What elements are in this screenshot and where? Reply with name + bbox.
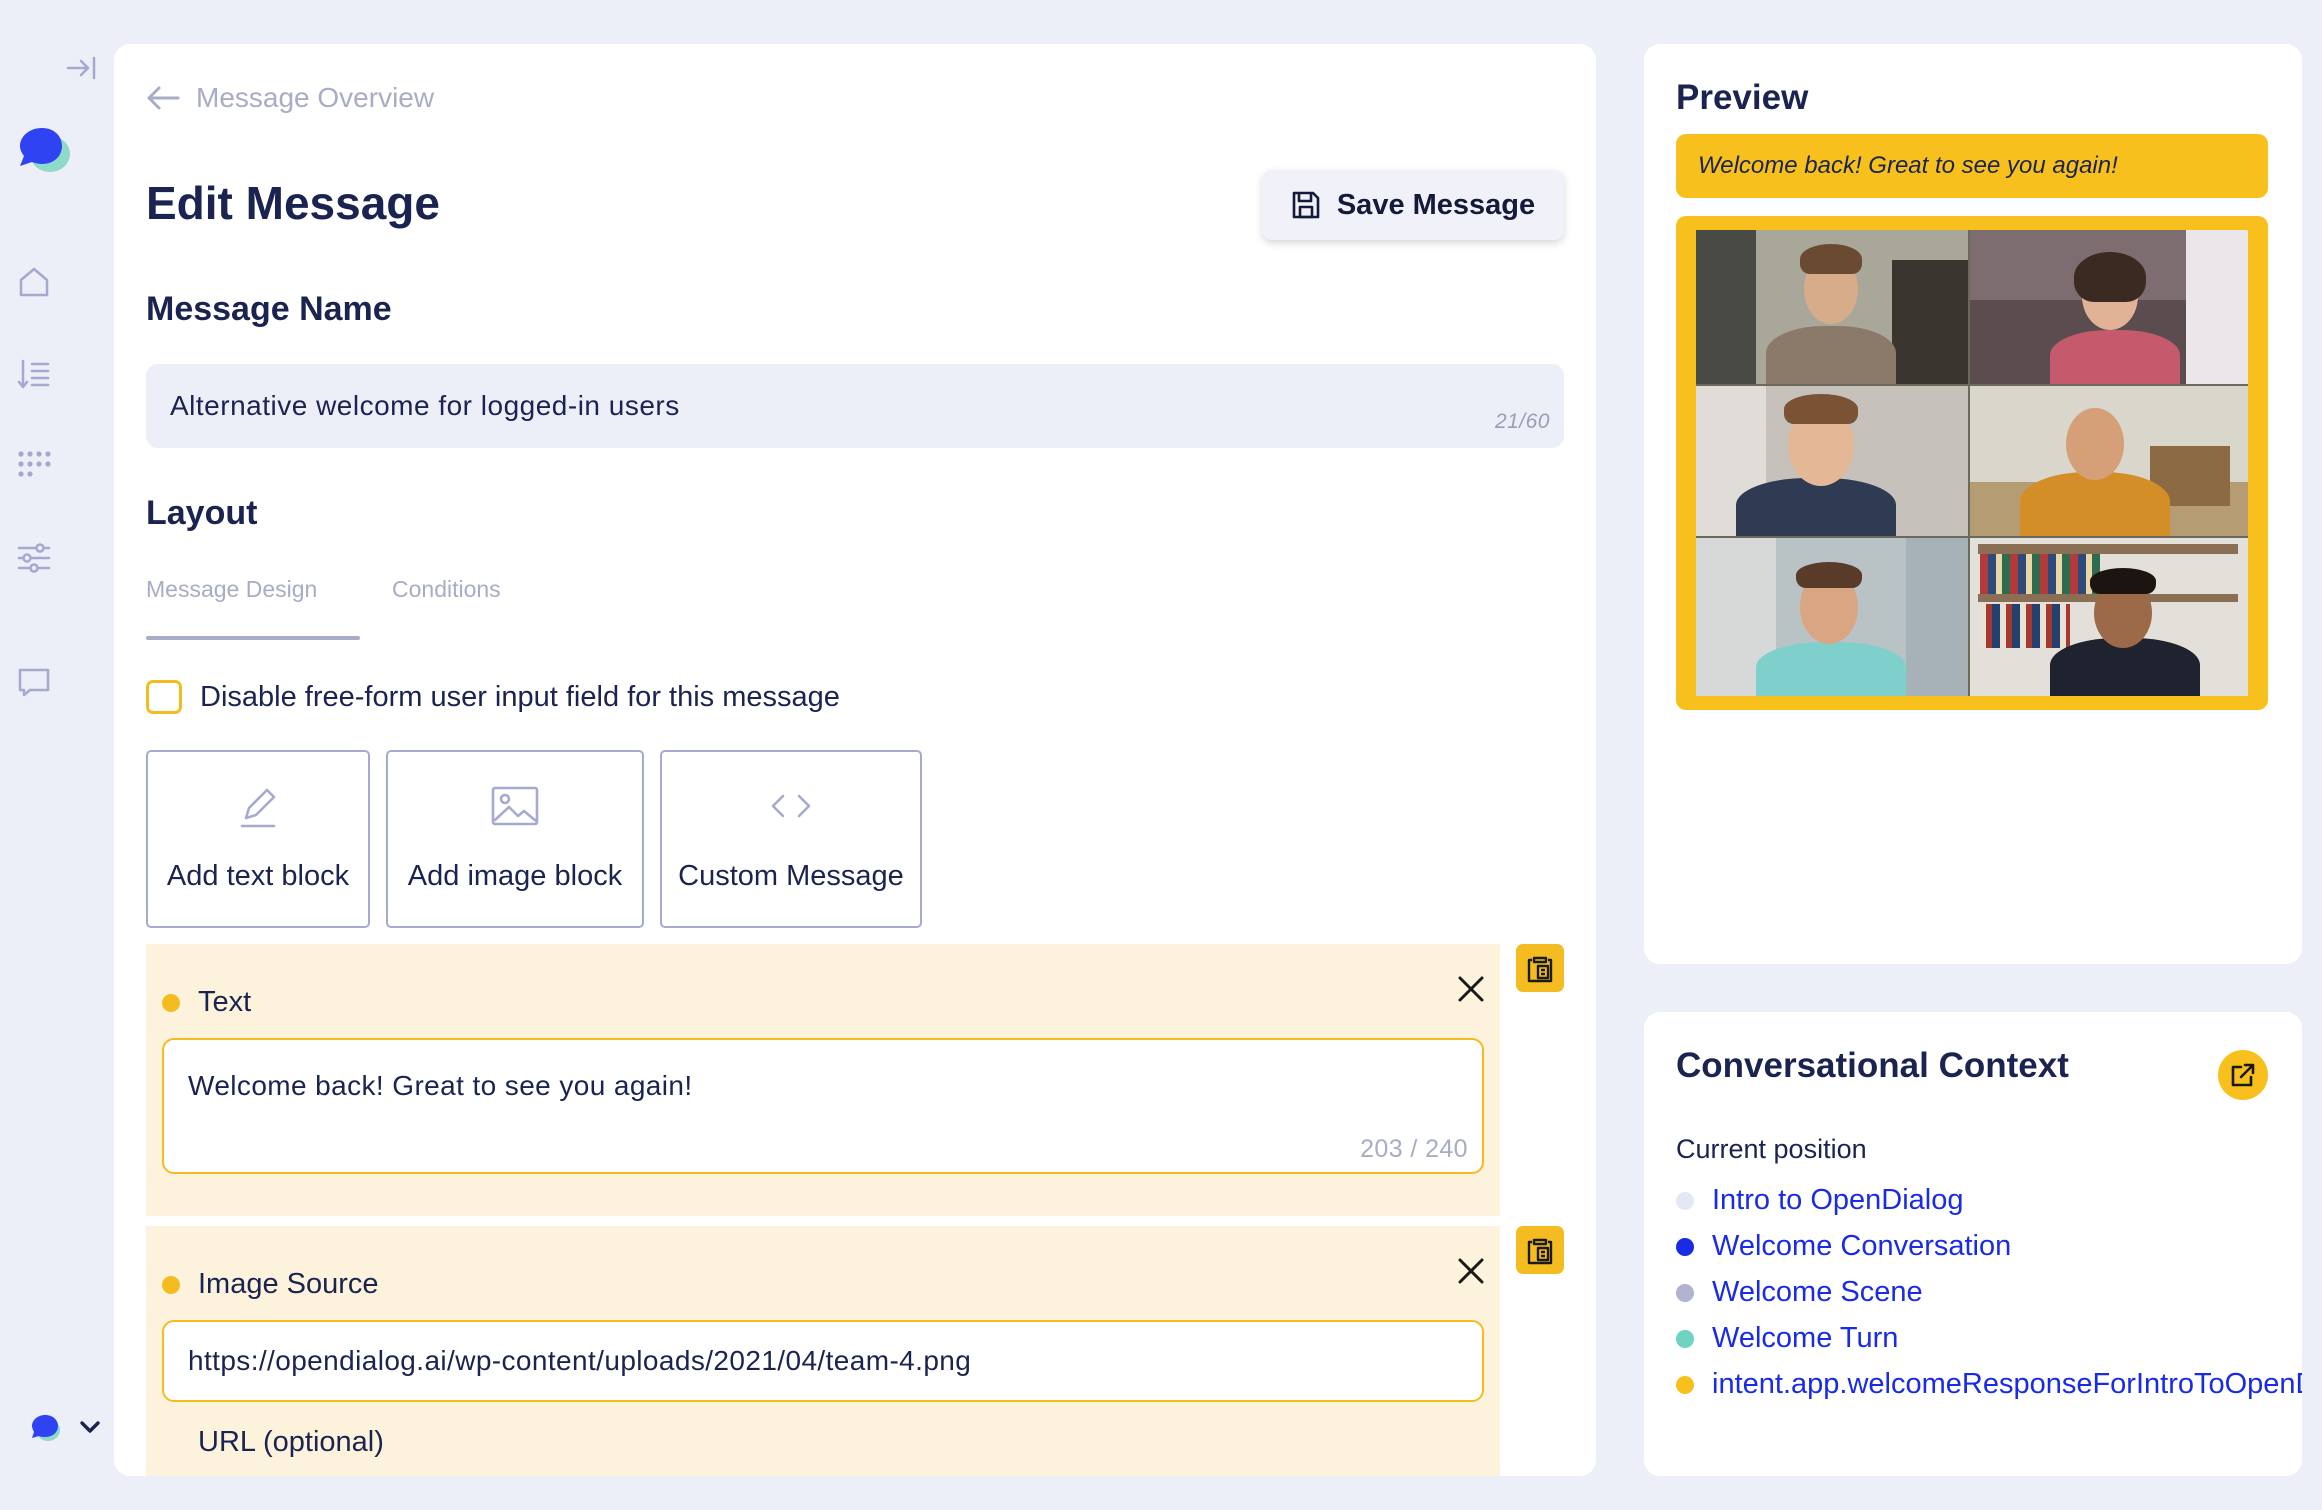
home-icon[interactable] — [14, 262, 54, 302]
add-text-block-label: Add text block — [166, 860, 350, 892]
url-optional-label: URL (optional) — [198, 1426, 384, 1458]
image-source-value: https://opendialog.ai/wp-content/uploads… — [188, 1345, 972, 1376]
disable-input-checkbox[interactable] — [146, 680, 182, 714]
layout-heading: Layout — [146, 494, 258, 532]
text-block-label-row: Text — [162, 986, 251, 1019]
close-icon[interactable] — [1456, 974, 1486, 1004]
image-source-label: Image Source — [198, 1268, 379, 1300]
context-dot — [1676, 1375, 1694, 1394]
context-item-label: intent.app.welcomeResponseForIntroToOpen… — [1712, 1368, 2302, 1400]
image-source-input[interactable]: https://opendialog.ai/wp-content/uploads… — [162, 1320, 1484, 1402]
clipboard-icon — [1527, 1238, 1553, 1265]
message-name-value: Alternative welcome for logged-in users — [170, 390, 680, 421]
close-icon[interactable] — [1456, 1256, 1486, 1286]
url-optional-label-row: URL (optional) — [162, 1426, 384, 1459]
logo-icon — [16, 124, 72, 178]
page-title: Edit Message — [146, 177, 440, 229]
current-position-label: Current position — [1676, 1134, 1867, 1164]
context-item-label: Intro to OpenDialog — [1712, 1184, 1964, 1216]
disable-input-label: Disable free-form user input field for t… — [200, 680, 840, 713]
preview-text-bubble: Welcome back! Great to see you again! — [1676, 134, 2268, 198]
message-name-input[interactable]: Alternative welcome for logged-in users … — [146, 364, 1564, 448]
sliders-icon[interactable] — [14, 538, 54, 578]
code-icon — [771, 794, 811, 818]
floppy-disk-icon — [1292, 191, 1320, 219]
video-tile — [1970, 230, 2248, 384]
active-tab-indicator — [146, 636, 360, 640]
text-block-input[interactable]: Welcome back! Great to see you again! 20… — [162, 1038, 1484, 1174]
context-item-intent[interactable]: intent.app.welcomeResponseForIntroToOpen… — [1676, 1368, 2302, 1401]
image-source-label-row: Image Source — [162, 1268, 379, 1301]
external-link-icon — [2231, 1063, 2255, 1087]
text-block-label: Text — [198, 986, 252, 1018]
context-dot — [1676, 1283, 1694, 1302]
chat-icon[interactable] — [14, 662, 54, 702]
video-tile — [1970, 538, 2248, 696]
message-name-counter: 21/60 — [1494, 410, 1550, 433]
tab-message-design[interactable]: Message Design — [146, 576, 317, 603]
image-icon — [491, 786, 539, 826]
context-title: Conversational Context — [1676, 1046, 2069, 1085]
open-external-button[interactable] — [2218, 1050, 2268, 1100]
message-name-heading: Message Name — [146, 290, 392, 328]
image-source-dot — [162, 1275, 180, 1294]
collapse-sidebar-icon[interactable] — [62, 48, 102, 88]
edit-message-panel: Message Overview Edit Message Save Messa… — [114, 44, 1596, 1476]
preview-panel: Preview Welcome back! Great to see you a… — [1644, 44, 2302, 964]
text-block-counter: 203 / 240 — [1360, 1135, 1468, 1163]
context-item-scene[interactable]: Welcome Scene — [1676, 1276, 1923, 1309]
tab-conditions[interactable]: Conditions — [392, 576, 501, 603]
video-tile — [1696, 386, 1968, 536]
context-dot — [1676, 1237, 1694, 1256]
text-block-dot — [162, 993, 180, 1012]
add-image-block-label: Add image block — [407, 860, 623, 892]
preview-title: Preview — [1676, 78, 1809, 117]
arrow-left-icon — [147, 86, 180, 110]
text-block-value: Welcome back! Great to see you again! — [188, 1070, 693, 1101]
copy-image-block-button[interactable] — [1516, 1226, 1564, 1274]
preview-image-frame — [1676, 216, 2268, 710]
chevron-down-icon[interactable] — [78, 1418, 102, 1438]
video-tile — [1696, 230, 1968, 384]
dots-grid-icon[interactable] — [14, 444, 54, 484]
context-item-turn[interactable]: Welcome Turn — [1676, 1322, 1898, 1355]
preview-team-image — [1696, 230, 2248, 696]
save-message-label: Save Message — [1336, 188, 1536, 221]
add-image-block-button[interactable]: Add image block — [386, 750, 644, 928]
conversational-context-panel: Conversational Context Current position … — [1644, 1012, 2302, 1476]
add-text-block-button[interactable]: Add text block — [146, 750, 370, 928]
preview-bubble-text: Welcome back! Great to see you again! — [1698, 152, 2118, 179]
context-item-label: Welcome Scene — [1712, 1276, 1923, 1308]
context-dot — [1676, 1329, 1694, 1348]
custom-message-label: Custom Message — [678, 860, 904, 892]
back-link[interactable]: Message Overview — [146, 82, 434, 114]
back-link-label: Message Overview — [196, 82, 435, 113]
video-tile — [1696, 538, 1968, 696]
context-item-conversation[interactable]: Welcome Conversation — [1676, 1230, 2011, 1263]
context-item-label: Welcome Turn — [1712, 1322, 1899, 1354]
copy-text-block-button[interactable] — [1516, 944, 1564, 992]
context-item-label: Welcome Conversation — [1712, 1230, 2012, 1262]
video-tile — [1970, 386, 2248, 536]
text-block: Text Welcome back! Great to see you agai… — [146, 944, 1500, 1216]
context-dot — [1676, 1191, 1694, 1210]
disable-input-row: Disable free-form user input field for t… — [146, 680, 840, 714]
save-message-button[interactable]: Save Message — [1262, 170, 1564, 240]
context-item-intro[interactable]: Intro to OpenDialog — [1676, 1184, 1963, 1217]
image-source-block: Image Source https://opendialog.ai/wp-co… — [146, 1226, 1500, 1476]
custom-message-button[interactable]: Custom Message — [660, 750, 922, 928]
clipboard-icon — [1527, 956, 1553, 983]
sort-list-icon[interactable] — [14, 354, 54, 394]
workspace-logo-icon[interactable] — [30, 1412, 62, 1444]
sidebar — [0, 0, 112, 1510]
pencil-icon — [240, 788, 276, 828]
